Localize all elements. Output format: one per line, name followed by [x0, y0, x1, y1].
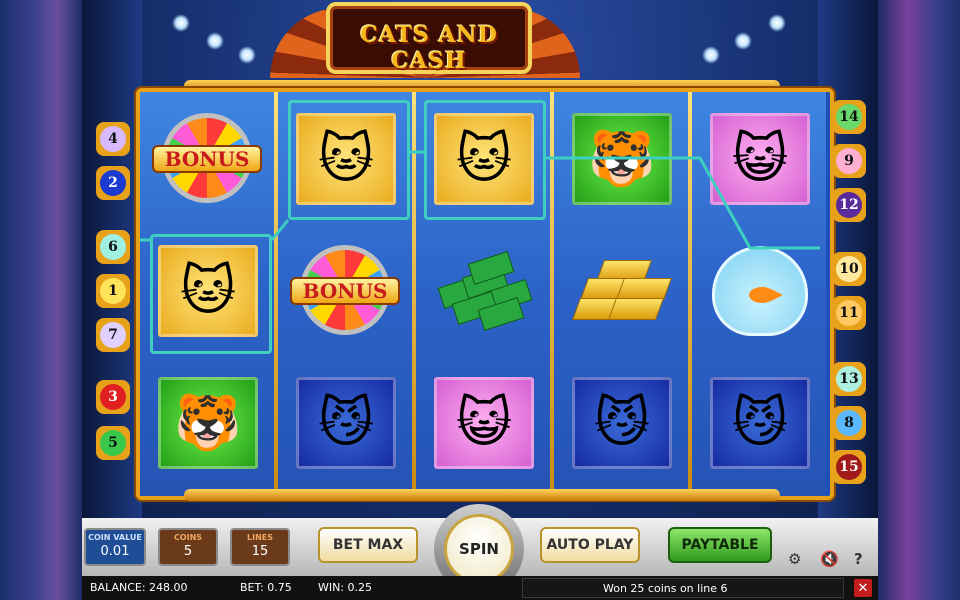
message-box: Won 25 coins on line 6	[522, 578, 844, 598]
persian-cat-icon: 😺	[731, 127, 789, 190]
sound-muted-icon[interactable]: 🔇	[820, 550, 839, 568]
payline-badge[interactable]: 13	[832, 362, 866, 396]
bet-display: BET: 0.75	[240, 581, 292, 594]
control-panel: COIN VALUE 0.01 COINS 5 LINES 15 BET MAX…	[82, 504, 878, 594]
symbol-bonus: BONUS	[152, 110, 262, 208]
reel-window: BONUS 🐱 🐯 🐱 BONUS 😼 🐱 😺 🐯 😼 😺 😼	[136, 88, 834, 500]
tabby-cat-icon: 🐯	[588, 127, 656, 190]
reel-frame-bottom	[184, 489, 780, 501]
win-display: WIN: 0.25	[318, 581, 373, 594]
symbol-lady-cat: 😼	[706, 374, 814, 472]
bonus-label: BONUS	[290, 277, 400, 305]
payline-badge[interactable]: 10	[832, 252, 866, 286]
payline-badge[interactable]: 7	[96, 318, 130, 352]
tabby-cat-icon: 🐯	[174, 391, 242, 454]
symbol-persian-cat: 😺	[430, 374, 538, 472]
paytable-button[interactable]: PAYTABLE	[668, 527, 772, 563]
fishbowl-icon	[712, 246, 808, 336]
symbol-gold-bars	[568, 242, 676, 340]
game-logo: CATS AND CASH	[270, 0, 580, 78]
payline-badge[interactable]: 5	[96, 426, 130, 460]
symbol-lady-cat: 😼	[292, 374, 400, 472]
spotlight-icon	[238, 46, 256, 64]
coins-selector[interactable]: COINS 5	[158, 528, 218, 566]
payline-badge[interactable]: 6	[96, 230, 130, 264]
balance-display: BALANCE: 248.00	[90, 581, 188, 594]
spotlight-icon	[734, 32, 752, 50]
coin-value-selector[interactable]: COIN VALUE 0.01	[84, 528, 146, 566]
payline-badge[interactable]: 15	[832, 450, 866, 484]
symbol-cash	[430, 242, 538, 340]
win-message: Won 25 coins on line 6	[603, 582, 728, 595]
coin-value: 0.01	[100, 544, 130, 559]
persian-cat-icon: 😺	[455, 391, 513, 454]
lady-cat-icon: 😼	[317, 391, 375, 454]
logo-plate: CATS AND CASH	[326, 2, 532, 74]
symbol-persian-cat: 😺	[706, 110, 814, 208]
spin-button[interactable]: SPIN	[444, 514, 514, 584]
background-blur-left	[0, 0, 82, 600]
spotlight-icon	[768, 14, 786, 32]
payline-badge[interactable]: 12	[832, 188, 866, 222]
close-button[interactable]: ✕	[854, 579, 872, 597]
symbol-bonus: BONUS	[290, 242, 400, 340]
symbol-tabby-cat: 🐯	[154, 374, 262, 472]
settings-icon[interactable]: ⚙	[788, 550, 801, 568]
spotlight-icon	[702, 46, 720, 64]
lines-value: 15	[251, 544, 269, 559]
payline-badge[interactable]: 14	[832, 100, 866, 134]
lady-cat-icon: 😼	[593, 391, 651, 454]
coins-value: 5	[183, 544, 193, 559]
lines-selector[interactable]: LINES 15	[230, 528, 290, 566]
winning-symbol-highlight	[150, 234, 272, 354]
winning-symbol-highlight	[424, 100, 546, 220]
payline-badge[interactable]: 8	[832, 406, 866, 440]
payline-badge[interactable]: 9	[832, 144, 866, 178]
background-blur-right	[878, 0, 960, 600]
winning-symbol-highlight	[288, 100, 410, 220]
symbol-fishbowl	[706, 242, 814, 340]
payline-badge[interactable]: 1	[96, 274, 130, 308]
status-bar: BALANCE: 248.00 BET: 0.75 WIN: 0.25 Won …	[82, 576, 878, 600]
spotlight-icon	[206, 32, 224, 50]
auto-play-button[interactable]: AUTO PLAY	[540, 527, 640, 563]
payline-badge[interactable]: 4	[96, 122, 130, 156]
symbol-lady-cat: 😼	[568, 374, 676, 472]
gold-bars-icon	[571, 256, 673, 326]
cash-stack-icon	[434, 251, 534, 331]
payline-badge[interactable]: 3	[96, 380, 130, 414]
symbol-tabby-cat: 🐯	[568, 110, 676, 208]
spotlight-icon	[172, 14, 190, 32]
payline-badge[interactable]: 11	[832, 296, 866, 330]
bet-max-button[interactable]: BET MAX	[318, 527, 418, 563]
game-title: CATS AND CASH	[360, 22, 498, 74]
lady-cat-icon: 😼	[731, 391, 789, 454]
help-icon[interactable]: ?	[854, 550, 863, 568]
bonus-label: BONUS	[152, 145, 262, 173]
payline-badge[interactable]: 2	[96, 166, 130, 200]
